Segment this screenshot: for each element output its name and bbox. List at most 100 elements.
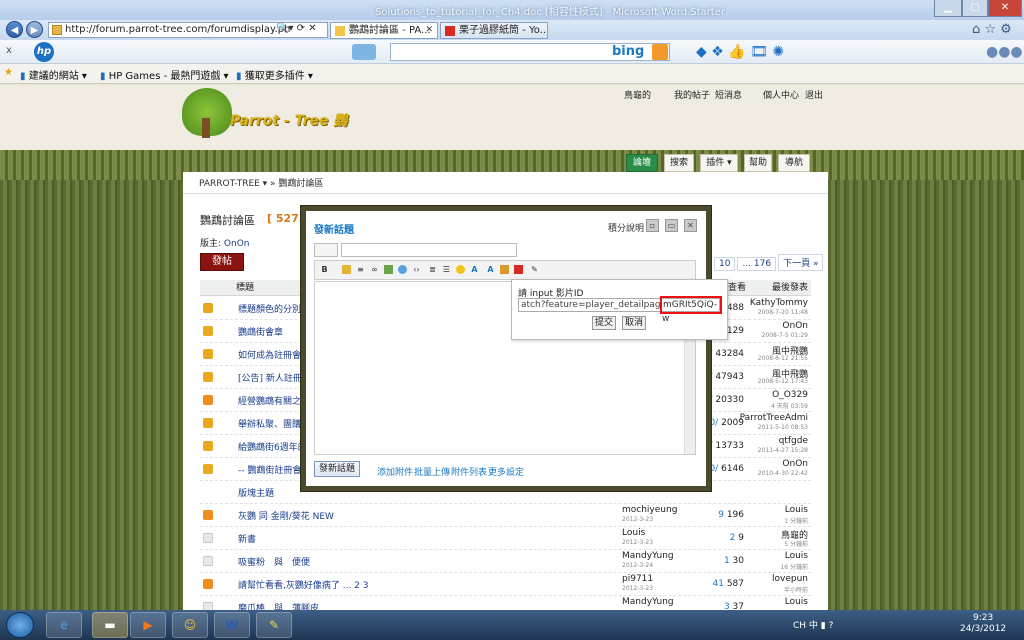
bing-search-icon[interactable]	[652, 44, 668, 60]
ie-taskbar-icon[interactable]: e	[46, 612, 82, 638]
hp-logo-icon[interactable]: hp	[34, 42, 54, 62]
modal-maximize-icon[interactable]: ▭	[665, 219, 678, 232]
more-icon[interactable]: ●●●	[986, 44, 1023, 60]
code-icon[interactable]: ‹›	[412, 265, 421, 274]
nav-navigation[interactable]: 導航	[778, 154, 810, 172]
topic-type-select[interactable]	[314, 243, 338, 257]
explorer-taskbar-icon[interactable]: ▬	[92, 612, 128, 638]
user-link-my-posts[interactable]: 我的帖子	[674, 88, 710, 101]
nav-search[interactable]: 搜索	[664, 154, 694, 172]
ordered-list-icon[interactable]: ≣	[428, 265, 437, 274]
media-icon[interactable]	[500, 265, 509, 274]
address-actions[interactable]: 🔍▾ ⟳ ✕	[276, 23, 317, 34]
page-last[interactable]: ... 176	[737, 257, 777, 271]
chat-taskbar-icon[interactable]: ☺	[172, 612, 208, 638]
nav-help[interactable]: 幫助	[744, 154, 772, 172]
unordered-list-icon[interactable]: ☰	[442, 265, 451, 274]
thread-author[interactable]: mochiyeung	[622, 505, 677, 515]
media-player-taskbar-icon[interactable]: ▶	[130, 612, 166, 638]
word-taskbar-icon[interactable]: W	[214, 612, 250, 638]
close-tab-icon[interactable]: ✕	[425, 23, 433, 38]
table-row[interactable]: 新書 Louis 2012-3-23 2 9 鳥龜的 5 分鐘前	[200, 527, 811, 550]
more-settings-link[interactable]: 更多設定	[488, 465, 524, 478]
font-size-icon[interactable]: A	[486, 265, 495, 274]
paint-taskbar-icon[interactable]: ✎	[256, 612, 292, 638]
fav-get-addons[interactable]: ▮ 獲取更多插件 ▾	[236, 67, 313, 82]
new-post-button[interactable]: 發帖	[200, 253, 244, 271]
link-icon[interactable]: ∞	[370, 265, 379, 274]
thread-title-link[interactable]: 吸蜜粉 與 便便	[238, 555, 310, 568]
quote-icon[interactable]	[398, 265, 407, 274]
back-button[interactable]: ◀	[6, 21, 23, 38]
last-poster[interactable]: OnOn	[782, 459, 808, 469]
modal-restore-icon[interactable]: ▫	[646, 219, 659, 232]
start-button[interactable]	[6, 612, 34, 638]
last-poster[interactable]: Louis	[785, 505, 808, 515]
attachment-list-link[interactable]: 附件列表	[451, 465, 487, 478]
thread-title-link[interactable]: 新書	[238, 532, 256, 545]
thread-author[interactable]: Louis	[622, 528, 645, 538]
last-poster[interactable]: KathyTommy	[750, 298, 808, 308]
batch-upload-link[interactable]: 批量上傳	[414, 465, 450, 478]
last-poster[interactable]: qtfgde	[779, 436, 808, 446]
last-poster[interactable]: O_O329	[772, 390, 808, 400]
minimize-button[interactable]: ▁	[934, 0, 962, 17]
thread-title-link[interactable]: 版塊主題	[238, 486, 274, 499]
youtube-insert-icon[interactable]	[514, 265, 523, 274]
table-row[interactable]: 灰鸚 同 金剛/葵花 NEW mochiyeung 2012-3-23 9 196 Lo…	[200, 504, 811, 527]
tab-youtube[interactable]: 栗子過膠紙筒 - Yo...	[440, 22, 548, 39]
thread-title-link[interactable]: 請幫忙看看,灰鸚好像病了 ... 2 3	[238, 578, 368, 591]
moderator-link[interactable]: OnOn	[224, 239, 250, 249]
submit-topic-button[interactable]: 發新話題	[314, 461, 360, 477]
nav-plugins[interactable]: 插件 ▾	[700, 154, 738, 172]
system-tray[interactable]: CH 中 ▮ ?	[793, 618, 833, 631]
add-attachment-link[interactable]: 添加附件	[377, 465, 413, 478]
popup-cancel-button[interactable]: 取消	[622, 316, 646, 330]
table-row[interactable]: 吸蜜粉 與 便便 MandyYung 2012-3-24 1 30 Louis 16 分鐘…	[200, 550, 811, 573]
thread-title-link[interactable]: 灰鸚 同 金剛/葵花 NEW	[238, 509, 334, 522]
breadcrumb[interactable]: PARROT-TREE ▾ » 鸚鵡討論區	[183, 174, 828, 194]
subject-input[interactable]	[341, 243, 517, 257]
nav-forum[interactable]: 論壇	[626, 154, 658, 172]
tools-icon[interactable]: ✎	[530, 265, 539, 274]
next-page[interactable]: 下一頁 »	[778, 254, 824, 271]
thread-title-link[interactable]: 標題顏色的分別	[238, 302, 301, 315]
thread-author[interactable]: MandyYung	[622, 551, 674, 561]
mail-icon[interactable]	[352, 44, 376, 60]
last-poster[interactable]: lovepun	[772, 574, 808, 584]
home-star-gear-icons[interactable]: ⌂ ☆ ⚙	[972, 22, 1012, 37]
last-poster[interactable]: ParrotTreeAdmi	[740, 413, 808, 423]
last-poster[interactable]: OnOn	[782, 321, 808, 331]
favorites-star-icon[interactable]: ★	[4, 67, 13, 78]
credits-help-link[interactable]: 積分說明	[608, 221, 644, 234]
thread-author[interactable]: MandyYung	[622, 597, 674, 607]
site-logo-text[interactable]: Parrot - Tree 鸚	[230, 110, 347, 130]
clock[interactable]: 9:23 24/3/2012	[960, 613, 1006, 635]
last-poster[interactable]: Louis	[785, 597, 808, 607]
bold-icon[interactable]: B	[320, 265, 329, 274]
user-link-logout[interactable]: 退出	[805, 88, 823, 101]
table-row[interactable]: 請幫忙看看,灰鸚好像病了 ... 2 3 pi9711 2012-3-23 41 58…	[200, 573, 811, 596]
font-icon[interactable]: A	[470, 265, 479, 274]
tab-forum[interactable]: 鸚鵡討論區 - PA... ✕	[330, 22, 438, 39]
maximize-button[interactable]: ▢	[962, 0, 988, 17]
thread-author[interactable]: pi9711	[622, 574, 653, 584]
popup-submit-button[interactable]: 提交	[592, 316, 616, 330]
modal-close-icon[interactable]: ✕	[684, 219, 697, 232]
smiley-icon[interactable]	[456, 265, 465, 274]
color-icon[interactable]	[342, 265, 351, 274]
thread-title-link[interactable]: 給鸚鵡街6週年的	[238, 440, 307, 453]
fav-hp-games[interactable]: ▮ HP Games - 最熱門遊戲 ▾	[100, 67, 229, 82]
image-icon[interactable]	[384, 265, 393, 274]
align-icon[interactable]: ≡	[356, 265, 365, 274]
user-link-profile[interactable]: 個人中心	[763, 88, 799, 101]
user-link-username[interactable]: 鳥龜的	[624, 88, 651, 101]
thread-title-link[interactable]: [公告] 新人註冊,	[238, 371, 305, 384]
page-10[interactable]: 10	[714, 257, 736, 271]
thread-title-link[interactable]: 鸚鵡街會章	[238, 325, 283, 338]
fav-suggested[interactable]: ▮ 建議的網站 ▾	[20, 67, 87, 82]
last-poster[interactable]: Louis	[785, 551, 808, 561]
forward-button[interactable]: ▶	[26, 21, 43, 38]
toolbar-app-icons[interactable]: ◆ ❖ 👍 🎞 ✺	[696, 44, 784, 60]
close-button[interactable]: ✕	[988, 0, 1022, 17]
